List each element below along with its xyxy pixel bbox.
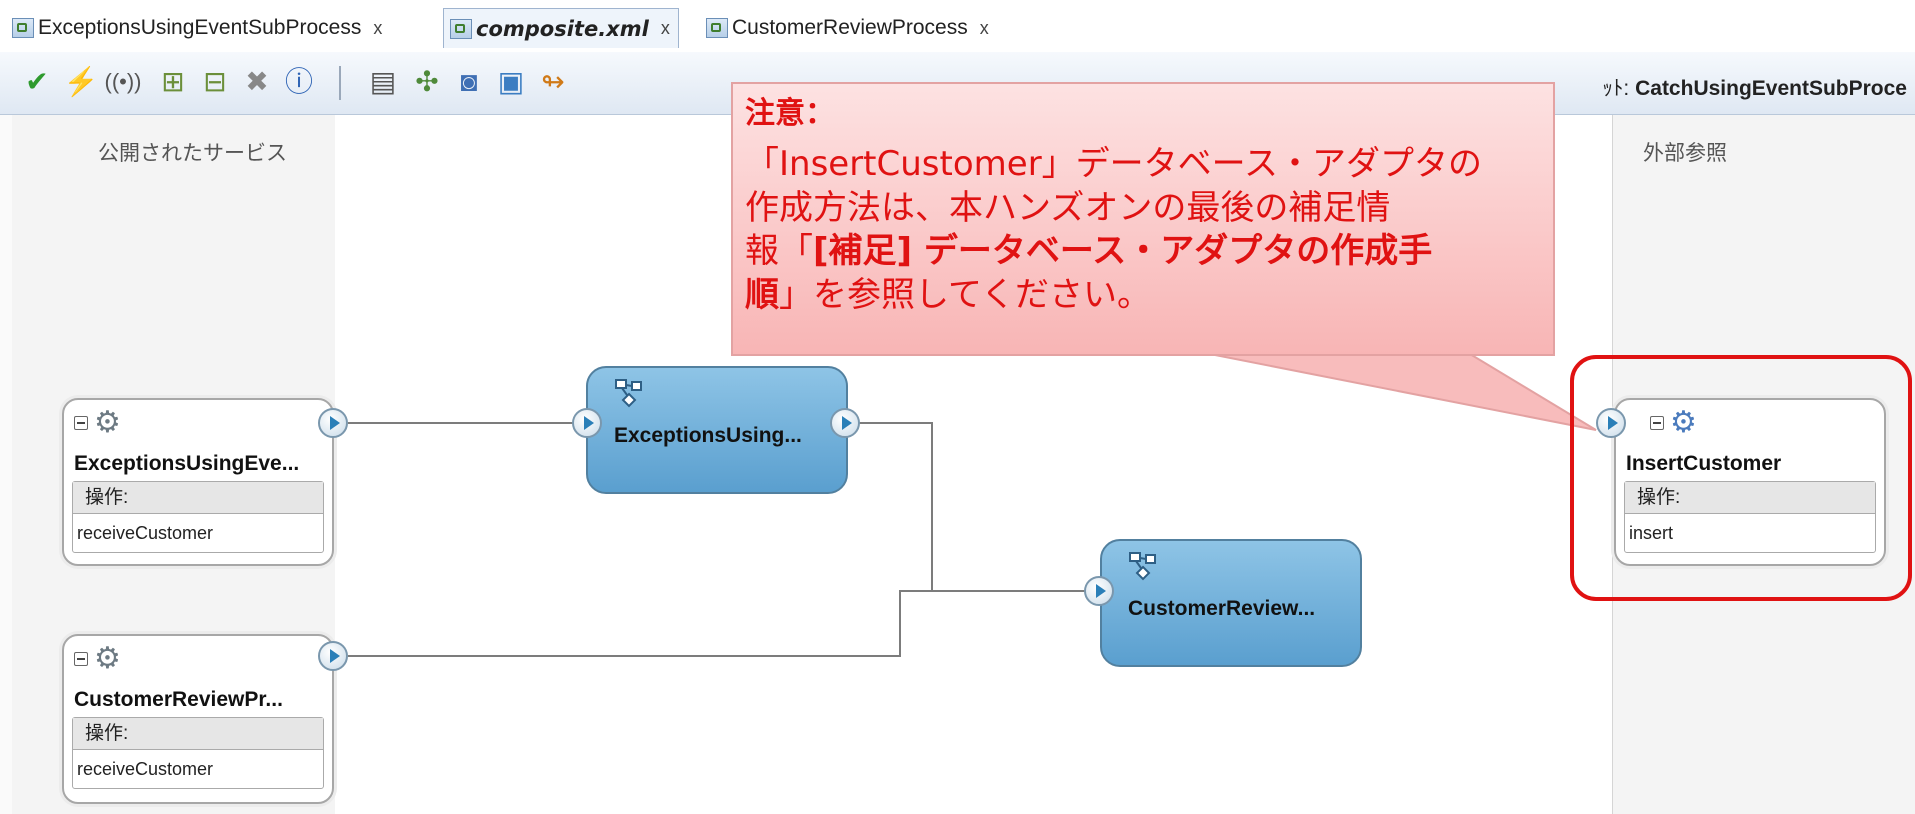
composite-icon xyxy=(450,18,472,39)
exposed-services-title: 公開されたサービス xyxy=(98,142,287,165)
operations-panel: 操作: receiveCustomer xyxy=(72,481,324,553)
close-icon[interactable]: x xyxy=(373,18,382,39)
wireless-icon[interactable]: ((•)) xyxy=(105,64,142,100)
target-value: CatchUsingEventSubProce xyxy=(1635,77,1907,100)
editor-tab-bar: ExceptionsUsingEventSubProcess x composi… xyxy=(0,0,1915,53)
close-icon[interactable]: x xyxy=(980,18,989,39)
exposed-service-customer-review[interactable]: ⚙ CustomerReviewPr... 操作: receiveCustome… xyxy=(62,634,334,804)
note-title: 注意： xyxy=(745,97,835,130)
service-name: ExceptionsUsingEve... xyxy=(74,452,300,475)
database-icon[interactable]: ▤ xyxy=(366,64,400,100)
note-line-3-prefix: 報「 xyxy=(745,231,813,272)
validate-icon[interactable]: ✔ xyxy=(20,64,54,100)
toolbar-separator xyxy=(339,66,341,100)
upload-icon[interactable]: ▣ xyxy=(494,64,528,100)
operations-label: 操作: xyxy=(73,482,323,514)
note-line-1: 「InsertCustomer」データベース・アダプタの xyxy=(745,144,1482,184)
note-line-3: 報「[補足] データベース・アダプタの作成手 xyxy=(745,230,1541,274)
gears-icon: ⚙ xyxy=(94,642,121,675)
component-name: ExceptionsUsing... xyxy=(614,424,802,447)
delete-icon[interactable]: ✖ xyxy=(240,64,274,100)
remove-icon[interactable]: ⊟ xyxy=(198,64,232,100)
turn-icon[interactable]: ↬ xyxy=(536,64,570,100)
component-input-port-chevron-icon[interactable] xyxy=(572,408,602,438)
bpel-process-icon xyxy=(706,18,728,38)
bpel-process-icon xyxy=(1129,552,1156,581)
tab-composite-xml[interactable]: composite.xml x xyxy=(443,8,679,48)
service-port-chevron-icon[interactable] xyxy=(318,408,348,438)
deploy-icon[interactable]: ⚡ xyxy=(64,64,99,100)
external-references-title: 外部参照 xyxy=(1643,142,1727,165)
collapse-icon[interactable] xyxy=(74,416,88,430)
component-name: CustomerReview... xyxy=(1128,597,1316,620)
note-body: 「InsertCustomer」データベース・アダプタの 作成方法は、本ハンズオ… xyxy=(745,143,1541,317)
gears-icon: ⚙ xyxy=(94,406,121,439)
note-line-4: 順」を参照してください。 xyxy=(745,274,1541,318)
component-icon[interactable]: ✣ xyxy=(410,64,444,100)
note-callout: 注意： 「InsertCustomer」データベース・アダプタの 作成方法は、本… xyxy=(731,82,1555,356)
tab-customer-review-process[interactable]: CustomerReviewProcess x xyxy=(700,10,989,46)
bpel-process-icon xyxy=(615,379,642,408)
operations-label: 操作: xyxy=(73,718,323,750)
component-customer-review[interactable]: CustomerReview... xyxy=(1100,539,1362,667)
component-output-port-chevron-icon[interactable] xyxy=(830,408,860,438)
add-icon[interactable]: ⊞ xyxy=(156,64,190,100)
target-label: ｯﾄ: CatchUsingEventSubProce xyxy=(1602,72,1907,102)
component-exceptions-using[interactable]: ExceptionsUsing... xyxy=(586,366,848,494)
operation-name: receiveCustomer xyxy=(77,523,214,543)
note-line-4-bold: 順 xyxy=(745,274,779,315)
note-line-3-bold: [補足] データベース・アダプタの作成手 xyxy=(813,231,1433,272)
service-header: ⚙ xyxy=(74,408,121,438)
collapse-icon[interactable] xyxy=(74,652,88,666)
highlight-frame xyxy=(1570,355,1912,601)
close-icon[interactable]: x xyxy=(661,18,670,39)
exposed-service-exceptions[interactable]: ⚙ ExceptionsUsingEve... 操作: receiveCusto… xyxy=(62,398,334,566)
tab-exceptions-using-event-subprocess[interactable]: ExceptionsUsingEventSubProcess x xyxy=(6,10,382,46)
service-port-chevron-icon[interactable] xyxy=(318,641,348,671)
operations-panel: 操作: receiveCustomer xyxy=(72,717,324,789)
service-name: CustomerReviewPr... xyxy=(74,688,283,711)
bpel-process-icon xyxy=(12,18,34,38)
service-header: ⚙ xyxy=(74,644,121,674)
note-line-2: 作成方法は、本ハンズオンの最後の補足情 xyxy=(745,187,1391,228)
note-line-4-rest: 」を参照してください。 xyxy=(779,274,1151,315)
refresh-icon[interactable]: ◙ xyxy=(452,64,486,100)
operation-name: receiveCustomer xyxy=(77,759,214,779)
target-prefix: ｯﾄ: xyxy=(1602,77,1630,100)
component-input-port-chevron-icon[interactable] xyxy=(1084,576,1114,606)
info-icon[interactable]: ⓘ xyxy=(282,64,316,100)
